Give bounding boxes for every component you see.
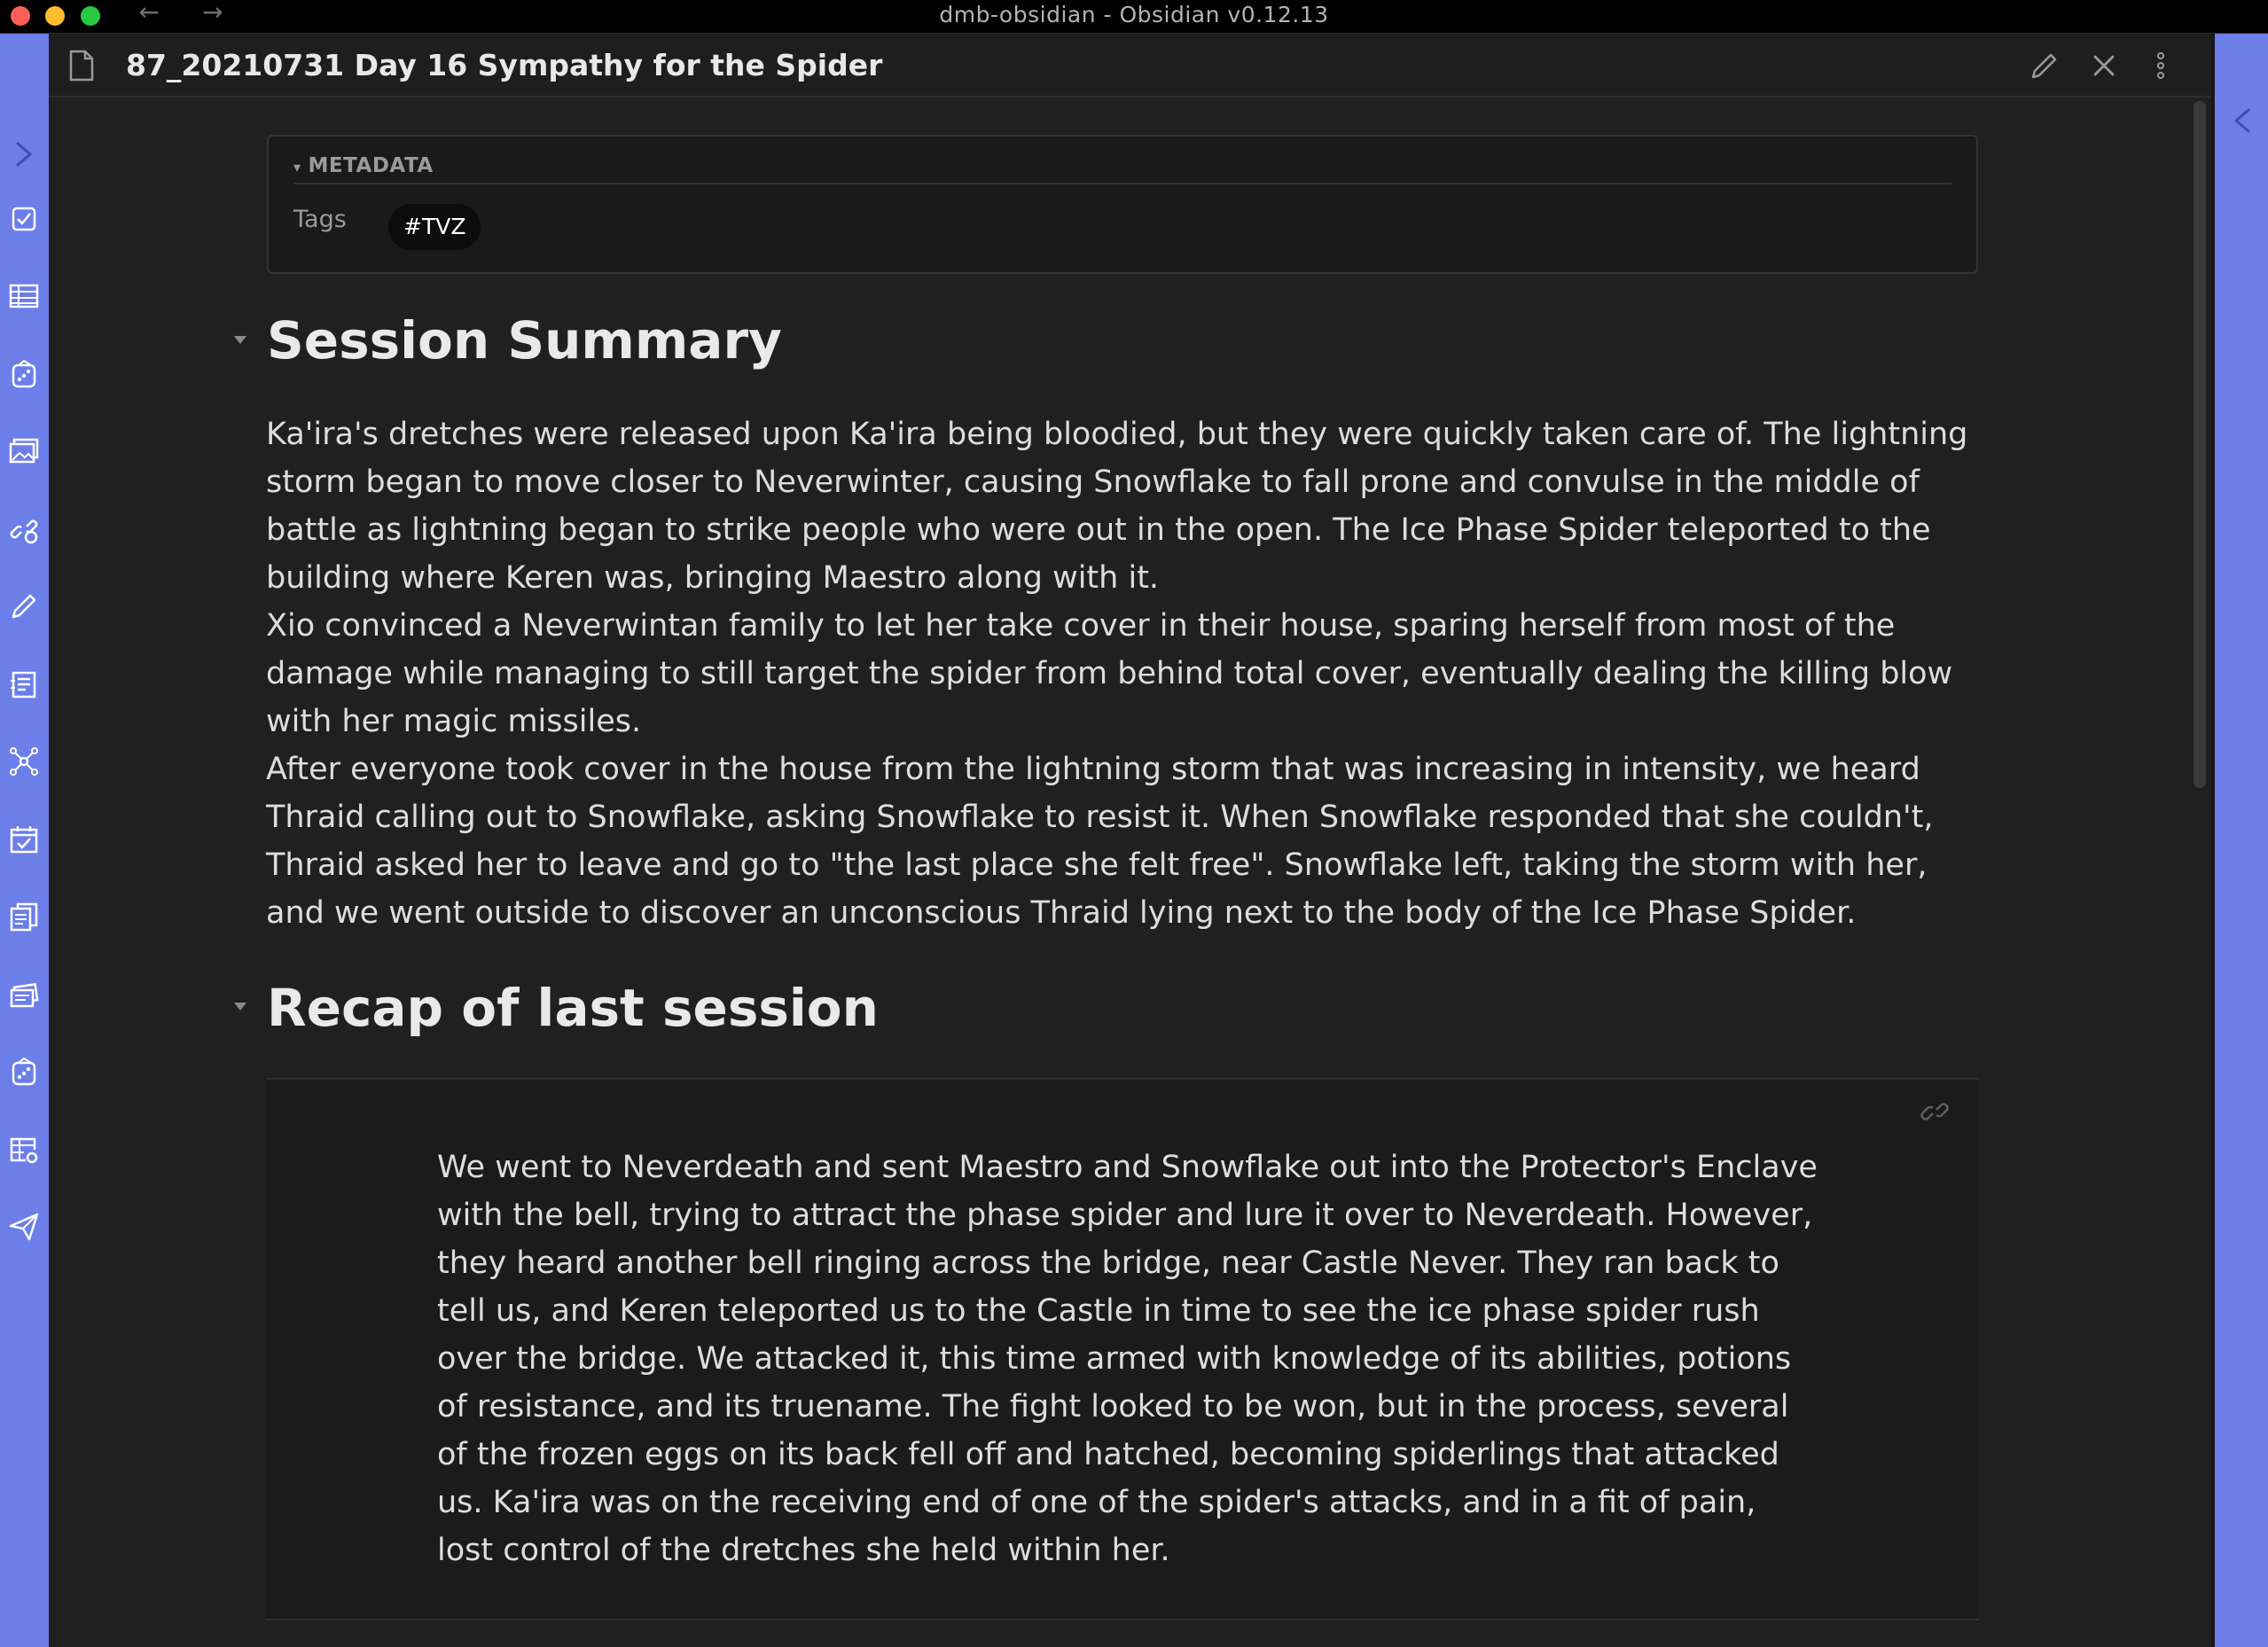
cards-icon[interactable] <box>8 979 40 1011</box>
summary-paragraph: Ka'ira's dretches were released upon Ka'… <box>266 417 1968 596</box>
left-ribbon <box>0 34 49 1647</box>
fold-arrow-icon[interactable] <box>232 998 248 1014</box>
expand-right-sidebar-icon[interactable] <box>2231 105 2254 137</box>
calendar-check-icon[interactable] <box>8 824 40 855</box>
scrollbar[interactable] <box>2189 99 2210 1647</box>
embedded-note: We went to Neverdeath and sent Maestro a… <box>266 1078 1979 1620</box>
links-icon[interactable] <box>8 513 40 545</box>
metadata-block: ▾ METADATA Tags #TVZ <box>267 135 1978 274</box>
images-icon[interactable] <box>8 435 40 467</box>
metadata-header[interactable]: ▾ METADATA <box>293 154 434 177</box>
recap-heading: Recap of last session <box>267 978 879 1038</box>
scrollbar-thumb[interactable] <box>2194 101 2206 788</box>
send-icon[interactable] <box>8 1211 40 1243</box>
dice-icon[interactable] <box>8 358 40 390</box>
more-options-icon[interactable] <box>2143 48 2178 83</box>
clipboard-list-icon[interactable] <box>8 668 40 700</box>
collapse-caret-icon[interactable]: ▾ <box>293 159 301 176</box>
checkbox-icon[interactable] <box>8 203 40 235</box>
copy-documents-icon[interactable] <box>8 901 40 933</box>
edit-pencil-icon[interactable] <box>2027 48 2062 83</box>
table-icon[interactable] <box>8 280 40 312</box>
title-bar: ← → dmb-obsidian - Obsidian v0.12.13 <box>0 0 2268 34</box>
note-title[interactable]: 87_20210731 Day 16 Sympathy for the Spid… <box>126 46 882 85</box>
graph-icon[interactable] <box>8 745 40 777</box>
note-preview: ▾ METADATA Tags #TVZ Session Summary Ka'i… <box>49 99 2189 1647</box>
expand-sidebar-icon[interactable] <box>12 138 35 170</box>
close-pane-icon[interactable] <box>2086 48 2122 83</box>
pane-header: 87_20210731 Day 16 Sympathy for the Spid… <box>49 34 2210 98</box>
embedded-note-text: We went to Neverdeath and sent Maestro a… <box>437 1150 1818 1568</box>
summary-paragraph: After everyone took cover in the house f… <box>266 752 1934 931</box>
open-link-icon[interactable] <box>1917 1094 1952 1129</box>
dice-alt-icon[interactable] <box>8 1056 40 1088</box>
window-title: dmb-obsidian - Obsidian v0.12.13 <box>939 2 1329 27</box>
metadata-header-label: METADATA <box>308 154 434 177</box>
tag-pill[interactable]: #TVZ <box>388 204 481 250</box>
pencil-icon[interactable] <box>8 590 40 622</box>
tags-label: Tags <box>293 206 347 233</box>
session-summary-heading: Session Summary <box>267 310 782 371</box>
fold-arrow-icon[interactable] <box>232 332 248 347</box>
obsidian-window: ← → dmb-obsidian - Obsidian v0.12.13 87_… <box>0 0 2268 1647</box>
summary-paragraph: Xio convinced a Neverwintan family to le… <box>266 608 1953 739</box>
metadata-divider <box>293 183 1951 184</box>
right-sidebar-strip <box>2215 34 2268 1647</box>
file-icon <box>68 50 95 82</box>
table-settings-icon[interactable] <box>8 1134 40 1166</box>
